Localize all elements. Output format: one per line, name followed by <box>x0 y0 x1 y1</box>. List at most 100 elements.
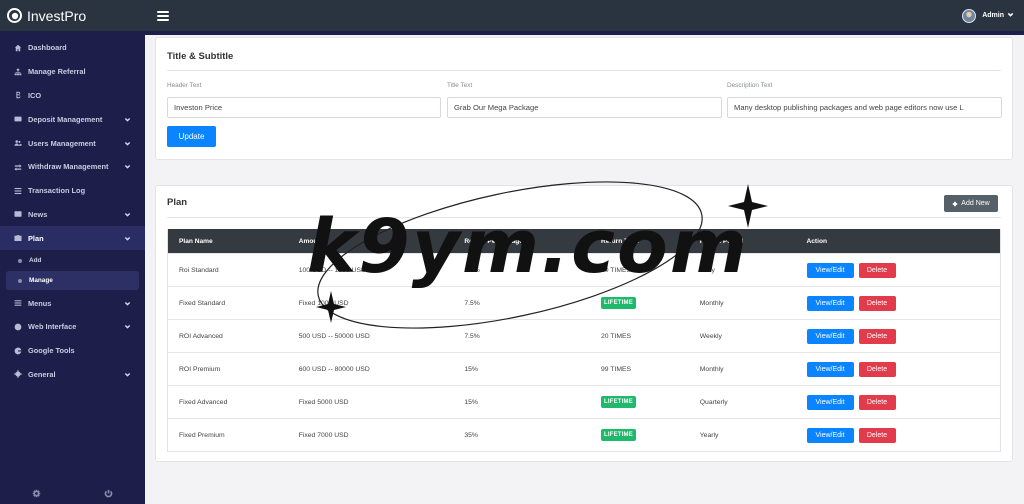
plan-card: Plan Add New Plan Name Amount Return Per… <box>155 185 1013 462</box>
sitemap-icon <box>13 67 22 76</box>
sidebar-item-dashboard[interactable]: Dashboard <box>0 36 145 60</box>
plan-return-time: 20 TIMES <box>591 333 690 340</box>
gear-icon[interactable] <box>32 485 41 503</box>
delete-button[interactable]: Delete <box>858 361 896 377</box>
plan-actions: View/Edit Delete <box>798 295 1001 311</box>
plan-amount: Fixed 7000 USD <box>298 431 349 439</box>
card-icon <box>13 115 22 124</box>
view-edit-button[interactable]: View/Edit <box>806 394 854 410</box>
plan-name: Fixed Standard <box>179 299 226 307</box>
hamburger-icon[interactable] <box>157 10 169 21</box>
delete-button[interactable]: Delete <box>858 328 896 344</box>
title-text-input[interactable]: Grab Our Mega Package <box>447 97 722 118</box>
status-badge: LIFETIME <box>600 396 636 408</box>
plan-amount: 500 USD -- 50000 USD <box>298 332 370 340</box>
sidebar-item-ico[interactable]: ICO <box>0 84 145 108</box>
sidebar-item-manage-referral[interactable]: Manage Referral <box>0 60 145 84</box>
column-header: Plan Name <box>179 237 213 245</box>
delete-button[interactable]: Delete <box>858 295 896 311</box>
topbar-divider <box>145 31 1024 35</box>
sidebar-item-label: Google Tools <box>28 346 75 356</box>
plan-percentage: 15% <box>464 365 478 373</box>
table-row: ROI Premium 600 USD -- 80000 USD 15% 99 TIM… <box>168 352 1000 385</box>
sidebar-item-web-interface[interactable]: Web Interface <box>0 315 145 339</box>
column-header: Return Period <box>699 237 744 245</box>
globe-icon <box>13 322 22 331</box>
sidebar-subitem-add[interactable]: Add <box>6 251 139 270</box>
plan-amount: 100 USD -- 1000 USD <box>298 266 366 274</box>
delete-button[interactable]: Delete <box>858 262 896 278</box>
home-icon <box>13 43 22 52</box>
column-header: Action <box>806 237 828 245</box>
field-label: Header Text <box>167 82 202 89</box>
sidebar-item-deposit-management[interactable]: Deposit Management <box>0 107 145 131</box>
header-text-input[interactable]: Investon Price <box>167 97 441 118</box>
bullet-icon <box>18 258 22 263</box>
list-icon <box>13 186 22 195</box>
sidebar-item-withdraw-management[interactable]: Withdraw Management <box>0 155 145 179</box>
update-button[interactable]: Update <box>167 126 216 147</box>
plan-amount: Fixed 5000 USD <box>298 398 349 406</box>
plan-name: ROI Advanced <box>179 332 223 340</box>
table-header: Plan Name Amount Return Percentage Retur… <box>168 229 1000 253</box>
delete-button[interactable]: Delete <box>858 427 896 443</box>
view-edit-button[interactable]: View/Edit <box>806 427 854 443</box>
power-icon[interactable] <box>104 485 113 503</box>
sidebar-item-label: Withdraw Management <box>28 162 109 172</box>
sidebar-item-label: Transaction Log <box>28 186 86 196</box>
card-title: Title & Subtitle <box>167 51 234 62</box>
view-edit-button[interactable]: View/Edit <box>806 361 854 377</box>
sidebar-item-plan[interactable]: Plan <box>0 226 145 251</box>
column-header: Amount <box>298 237 324 245</box>
user-name: Admin <box>982 12 1004 19</box>
plan-actions: View/Edit Delete <box>798 361 1001 377</box>
sidebar-item-news[interactable]: News <box>0 203 145 227</box>
brand-name: InvestPro <box>27 7 87 24</box>
sidebar-item-google-tools[interactable]: Google Tools <box>0 339 145 363</box>
sidebar-item-label: Manage Referral <box>28 67 86 77</box>
plan-name: Fixed Advanced <box>179 398 228 406</box>
plan-return-period: Daily <box>699 266 715 274</box>
delete-button[interactable]: Delete <box>858 394 896 410</box>
sidebar-item-label: Plan <box>28 233 44 243</box>
table-row: ROI Advanced 500 USD -- 50000 USD 7.5% 20 T… <box>168 319 1000 352</box>
plan-table: Plan Name Amount Return Percentage Retur… <box>167 229 1001 452</box>
sidebar-item-transaction-log[interactable]: Transaction Log <box>0 179 145 203</box>
plan-return-period: Quarterly <box>699 398 728 406</box>
plan-return-time: LIFETIME <box>591 396 690 408</box>
table-row: Fixed Advanced Fixed 5000 USD 15% LIFETIME Q… <box>168 385 1000 418</box>
plus-icon <box>953 201 958 206</box>
sidebar-subitem-label: Manage <box>29 277 53 285</box>
exchange-icon <box>13 162 22 171</box>
plan-actions: View/Edit Delete <box>798 328 1001 344</box>
user-menu[interactable]: Admin <box>962 8 1014 23</box>
brand[interactable]: InvestPro <box>0 0 145 31</box>
users-icon <box>13 139 22 148</box>
sidebar-item-users-management[interactable]: Users Management <box>0 131 145 155</box>
sidebar-footer <box>0 484 145 504</box>
plan-return-period: Weekly <box>699 332 722 340</box>
title-subtitle-card: Title & Subtitle Header Text Investon Pr… <box>155 37 1013 160</box>
title-text-field: Title Text Grab Our Mega Package <box>447 82 722 118</box>
chevron-down-icon <box>124 371 131 378</box>
plan-amount: Fixed 1000 USD <box>298 299 349 307</box>
plan-actions: View/Edit Delete <box>798 262 1001 278</box>
plan-percentage: 7.5% <box>464 332 480 340</box>
column-header: Return Percentage <box>464 237 523 245</box>
plan-return-period: Monthly <box>699 365 724 373</box>
table-row: Fixed Premium Fixed 7000 USD 35% LIFETIME Ye… <box>168 418 1000 451</box>
view-edit-button[interactable]: View/Edit <box>806 328 854 344</box>
chevron-down-icon <box>124 211 131 218</box>
status-badge: LIFETIME <box>600 297 636 309</box>
chevron-down-icon <box>124 235 131 242</box>
table-body: Roi Standard 100 USD -- 1000 USD 2.5% 10 TI… <box>168 253 1000 451</box>
view-edit-button[interactable]: View/Edit <box>806 262 854 278</box>
status-badge: LIFETIME <box>600 429 636 441</box>
add-new-button[interactable]: Add New <box>944 195 998 212</box>
sidebar-item-menus[interactable]: Menus <box>0 291 145 315</box>
sidebar-item-general[interactable]: General <box>0 363 145 387</box>
plan-return-period: Monthly <box>699 299 724 307</box>
view-edit-button[interactable]: View/Edit <box>806 295 854 311</box>
description-text-input[interactable]: Many desktop publishing packages and web… <box>727 97 1002 118</box>
sidebar-subitem-manage[interactable]: Manage <box>6 271 139 291</box>
